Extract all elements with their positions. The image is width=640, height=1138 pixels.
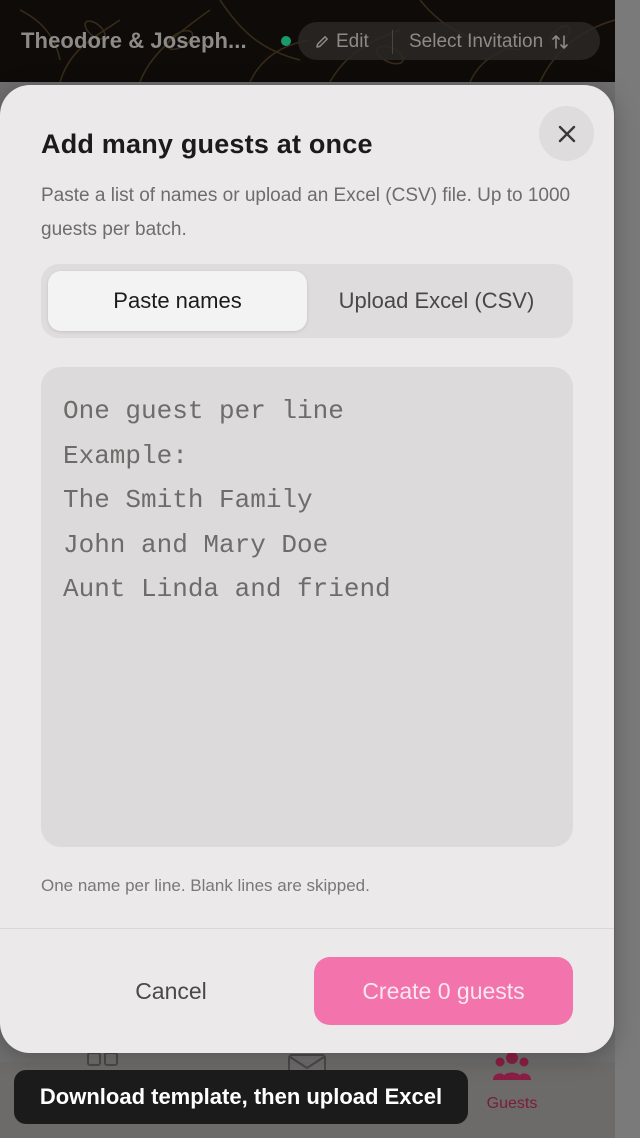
cancel-button[interactable]: Cancel — [41, 957, 301, 1025]
input-hint: One name per line. Blank lines are skipp… — [41, 876, 370, 895]
grid-icon[interactable] — [87, 1052, 119, 1070]
nav-item-guests[interactable]: Guests — [478, 1050, 546, 1113]
add-guests-modal: Add many guests at once Paste a list of … — [0, 85, 614, 1053]
edit-label: Edit — [336, 31, 369, 52]
guest-names-textarea[interactable] — [41, 367, 573, 847]
select-invitation-button[interactable]: Select Invitation — [409, 31, 569, 53]
select-invitation-label: Select Invitation — [409, 31, 544, 52]
close-icon — [558, 125, 575, 142]
nav-guests-label: Guests — [486, 1095, 538, 1112]
tab-upload-excel[interactable]: Upload Excel (CSV) — [307, 271, 566, 331]
input-mode-tabs: Paste names Upload Excel (CSV) — [41, 264, 573, 338]
status-dot — [281, 36, 291, 46]
header-divider — [392, 30, 393, 54]
event-title[interactable]: Theodore & Joseph... — [21, 28, 247, 54]
modal-title: Add many guests at once — [41, 129, 373, 159]
app-header: Theodore & Joseph... Edit Select Invitat… — [0, 0, 615, 82]
close-button[interactable] — [539, 106, 594, 161]
modal-description: Paste a list of names or upload an Excel… — [41, 185, 571, 240]
edit-button[interactable]: Edit — [314, 31, 369, 53]
guests-icon — [493, 1052, 531, 1080]
toast-message: Download template, then upload Excel — [14, 1070, 468, 1124]
swap-vertical-icon — [552, 35, 568, 49]
page-edge — [615, 0, 640, 1138]
pencil-icon — [316, 36, 328, 48]
create-guests-button[interactable]: Create 0 guests — [314, 957, 573, 1025]
tab-paste-names[interactable]: Paste names — [48, 271, 307, 331]
footer-divider — [0, 928, 614, 929]
